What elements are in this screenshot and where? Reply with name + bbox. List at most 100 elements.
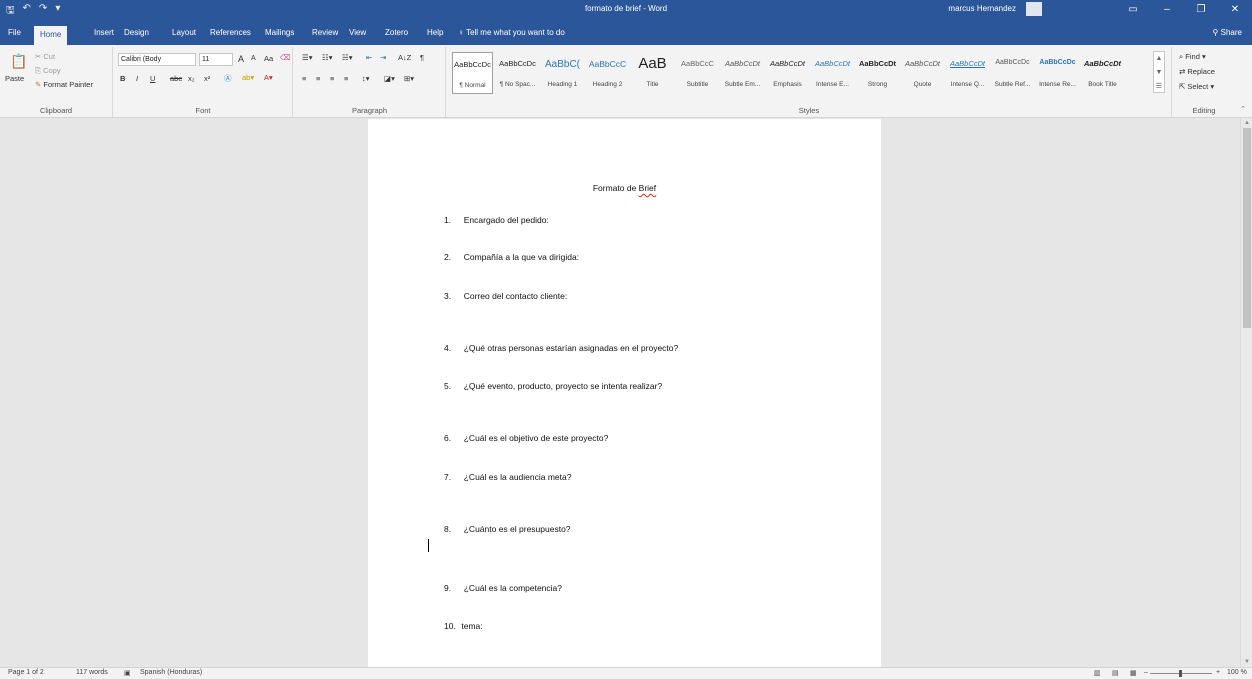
paste-icon[interactable]: 📋 <box>10 53 27 70</box>
style-book-title[interactable]: AaBbCcDt Book Title <box>1082 52 1123 94</box>
tab-file[interactable]: File <box>8 23 21 43</box>
avatar[interactable] <box>1026 2 1042 16</box>
tell-me-text: Tell me what you want to do <box>466 28 565 37</box>
show-marks-button[interactable]: ¶ <box>420 53 424 62</box>
zoom-level[interactable]: 100 % <box>1227 669 1247 676</box>
tab-review[interactable]: Review <box>312 23 338 43</box>
subscript-button[interactable]: x₂ <box>188 74 195 83</box>
style-intense-quote[interactable]: AaBbCcDt Intense Q... <box>947 52 988 94</box>
decrease-indent-icon[interactable]: ⇤ <box>366 53 372 62</box>
style-strong[interactable]: AaBbCcDt Strong <box>857 52 898 94</box>
superscript-button[interactable]: x² <box>204 74 210 83</box>
style-emphasis[interactable]: AaBbCcDt Emphasis <box>767 52 808 94</box>
numbering-icon[interactable]: ☷▾ <box>322 53 333 62</box>
document-heading: Formato de Brief <box>368 183 881 193</box>
increase-indent-icon[interactable]: ⇥ <box>380 53 386 62</box>
grow-font-button[interactable]: A <box>238 54 244 64</box>
style-normal[interactable]: AaBbCcDc ¶ Normal <box>452 52 493 94</box>
tab-mailings[interactable]: Mailings <box>265 23 294 43</box>
proofing-icon[interactable]: ▣ <box>124 669 131 677</box>
tab-design[interactable]: Design <box>124 23 149 43</box>
tab-home[interactable]: Home <box>34 26 68 45</box>
zoom-slider-knob[interactable] <box>1179 670 1182 677</box>
lightbulb-icon: ♀ <box>458 28 467 37</box>
shrink-font-button[interactable]: A <box>251 55 256 62</box>
page-count[interactable]: Page 1 of 2 <box>8 669 44 676</box>
style-heading-1[interactable]: AaBbC( Heading 1 <box>542 52 583 94</box>
zoom-in-icon[interactable]: + <box>1216 669 1220 676</box>
read-mode-icon[interactable]: ▥ <box>1094 669 1101 677</box>
format-painter-button[interactable]: ✎ Format Painter <box>35 80 93 89</box>
bold-button[interactable]: B <box>120 74 125 83</box>
replace-button[interactable]: ⇄ Replace <box>1179 67 1215 76</box>
style-title[interactable]: AaB Title <box>632 52 673 94</box>
chevron-down-icon[interactable]: ▼ <box>1154 66 1164 80</box>
word-count[interactable]: 117 words <box>76 669 108 676</box>
heading-misspelled-word[interactable]: Brief <box>639 183 656 193</box>
language[interactable]: Spanish (Honduras) <box>140 669 202 676</box>
highlight-icon[interactable]: ab▾ <box>242 73 254 82</box>
scroll-down-icon[interactable]: ▼ <box>1241 657 1252 667</box>
style-heading-2[interactable]: AaBbCcC Heading 2 <box>587 52 628 94</box>
change-case-button[interactable]: Aa <box>264 54 273 63</box>
status-bar: Page 1 of 2 117 words ▣ Spanish (Hondura… <box>0 667 1252 679</box>
close-icon[interactable]: ✕ <box>1218 0 1252 19</box>
user-name[interactable]: marcus Hernandez <box>948 4 1016 13</box>
clear-formatting-icon[interactable]: ⌫ <box>280 53 291 62</box>
line-spacing-icon[interactable]: ↕▾ <box>362 74 370 83</box>
justify-icon[interactable]: ≡ <box>344 74 348 83</box>
minimize-icon[interactable]: – <box>1150 0 1184 19</box>
cut-button[interactable]: ✂ Cut <box>35 52 55 61</box>
shading-icon[interactable]: ◪▾ <box>384 74 395 83</box>
bullets-icon[interactable]: ☰▾ <box>302 53 313 62</box>
share-button[interactable]: ⚲ Share <box>1213 23 1242 43</box>
tell-me-box[interactable]: ♀ Tell me what you want to do <box>458 23 565 43</box>
document-canvas[interactable]: Formato de Brief 1. Encargado del pedido… <box>0 118 1240 667</box>
scrollbar-thumb[interactable] <box>1243 128 1251 328</box>
chevron-up-icon[interactable]: ▲ <box>1154 52 1164 66</box>
paste-button[interactable]: Paste <box>5 74 24 83</box>
align-right-icon[interactable]: ≡ <box>330 74 334 83</box>
align-center-icon[interactable]: ≡ <box>316 74 320 83</box>
list-item: 2. Compañía a la que va dirigida: <box>444 252 580 262</box>
style-intense-reference[interactable]: AaBbCcDc Intense Re... <box>1037 52 1078 94</box>
style-quote[interactable]: AaBbCcDt Quote <box>902 52 943 94</box>
tab-view[interactable]: View <box>349 23 366 43</box>
tab-insert[interactable]: Insert <box>94 23 114 43</box>
borders-icon[interactable]: ⊞▾ <box>404 74 414 83</box>
document-page[interactable]: Formato de Brief 1. Encargado del pedido… <box>368 119 881 667</box>
editing-group: ⌕ Find ▾ ⇄ Replace ⇱ Select ▾ Editing <box>1173 47 1235 117</box>
style-subtle-reference[interactable]: AaBbCcDc Subtle Ref... <box>992 52 1033 94</box>
tab-references[interactable]: References <box>210 23 251 43</box>
scroll-up-icon[interactable]: ▲ <box>1241 118 1252 128</box>
tab-help[interactable]: Help <box>427 23 443 43</box>
zoom-out-icon[interactable]: – <box>1144 669 1148 676</box>
font-color-icon[interactable]: A▾ <box>264 73 273 82</box>
vertical-scrollbar[interactable]: ▲ ▼ <box>1240 118 1252 667</box>
multilevel-list-icon[interactable]: ☵▾ <box>342 53 353 62</box>
select-button[interactable]: ⇱ Select ▾ <box>1179 82 1214 91</box>
font-size-combo[interactable]: 11 <box>199 53 233 66</box>
collapse-ribbon-icon[interactable]: ⌃ <box>1240 105 1246 113</box>
tab-zotero[interactable]: Zotero <box>385 23 408 43</box>
tab-layout[interactable]: Layout <box>172 23 196 43</box>
align-left-icon[interactable]: ≡ <box>302 74 306 83</box>
text-effects-icon[interactable]: Ⓐ <box>224 73 232 84</box>
restore-icon[interactable]: ❐ <box>1184 0 1218 19</box>
find-button[interactable]: ⌕ Find ▾ <box>1179 52 1206 62</box>
strikethrough-button[interactable]: abc <box>170 74 182 83</box>
web-layout-icon[interactable]: ▦ <box>1130 669 1137 677</box>
style-intense-emphasis[interactable]: AaBbCcDt Intense E... <box>812 52 853 94</box>
sort-button[interactable]: A↓Z <box>398 53 411 62</box>
copy-button[interactable]: ⎘ Copy <box>35 66 61 76</box>
style-no-spacing[interactable]: AaBbCcDc ¶ No Spac... <box>497 52 538 94</box>
styles-gallery-scroller[interactable]: ▲ ▼ ☰ <box>1153 51 1165 93</box>
italic-button[interactable]: I <box>136 74 138 83</box>
print-layout-icon[interactable]: ▤ <box>1112 669 1119 677</box>
more-styles-icon[interactable]: ☰ <box>1154 80 1164 94</box>
ribbon-display-icon[interactable]: ▭ <box>1116 0 1150 19</box>
style-subtitle[interactable]: AaBbCcC Subtitle <box>677 52 718 94</box>
style-subtle-emphasis[interactable]: AaBbCcDt Subtle Em... <box>722 52 763 94</box>
underline-button[interactable]: U <box>150 74 155 83</box>
font-name-combo[interactable]: Calibri (Body <box>118 53 196 66</box>
